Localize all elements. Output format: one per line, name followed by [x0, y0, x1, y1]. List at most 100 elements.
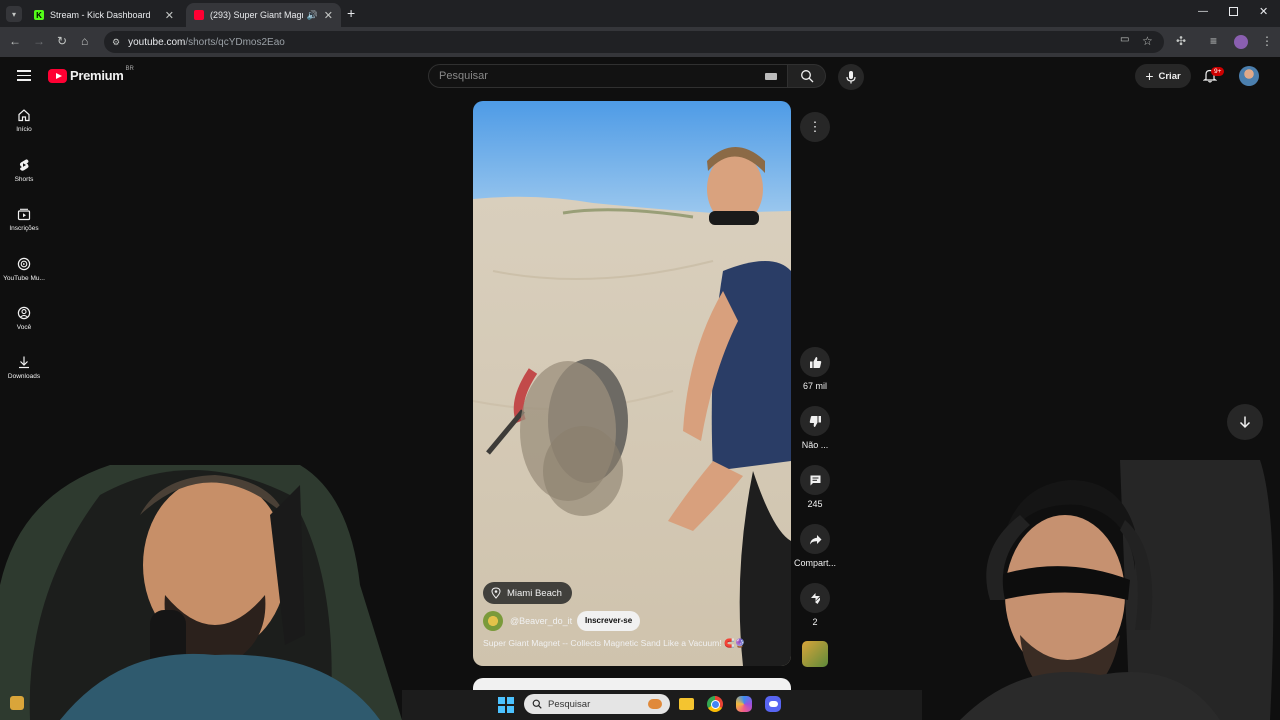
nav-item-you[interactable]: Você	[0, 306, 48, 331]
bookmark-star-icon[interactable]: ☆	[1142, 34, 1153, 48]
file-explorer-icon[interactable]	[679, 698, 694, 710]
hamburger-menu-icon[interactable]	[17, 70, 31, 81]
tray-icon[interactable]	[10, 696, 24, 710]
minimize-icon[interactable]: —	[1198, 6, 1208, 17]
youtube-premium-logo[interactable]: Premium BR	[48, 65, 134, 83]
back-icon[interactable]: ←	[9, 34, 21, 48]
you-icon	[17, 306, 31, 320]
tab-search-button[interactable]: ▾	[6, 6, 22, 22]
nav-item-downloads[interactable]: Downloads	[0, 355, 48, 380]
discord-icon[interactable]	[765, 696, 781, 712]
nav-label: Você	[16, 324, 32, 331]
more-options-button[interactable]: ⋮	[800, 112, 830, 142]
chevron-down-icon: ▾	[11, 9, 16, 19]
install-app-icon[interactable]: ▭	[1120, 34, 1129, 45]
nav-label: Downloads	[7, 373, 41, 380]
share-label: Compart...	[793, 558, 836, 568]
subscriptions-icon	[17, 208, 31, 221]
nav-item-home[interactable]: Início	[0, 108, 48, 133]
region-code: BR	[125, 65, 134, 72]
create-button[interactable]: + Criar	[1135, 64, 1191, 88]
search-placeholder: Pesquisar	[439, 70, 488, 82]
close-icon[interactable]: ✕	[324, 9, 333, 22]
media-controls-icon[interactable]: ≡	[1210, 34, 1217, 48]
search-icon	[532, 699, 542, 709]
logo-text: Premium	[70, 68, 124, 83]
thumbs-down-icon	[809, 415, 821, 427]
tab-kick-dashboard[interactable]: K Stream - Kick Dashboard ✕	[26, 3, 182, 27]
site-info-icon[interactable]: ⚙	[112, 37, 120, 48]
channel-avatar[interactable]	[483, 611, 503, 631]
notifications-button[interactable]: 9+	[1202, 67, 1225, 86]
nav-item-youtube-music[interactable]: YouTube Mu...	[0, 257, 48, 282]
like-button[interactable]: 67 mil	[793, 347, 837, 391]
url-path: /shorts/qcYDmos2Eao	[185, 36, 285, 48]
reload-icon[interactable]: ↻	[57, 34, 67, 48]
short-title[interactable]: Super Giant Magnet -- Collects Magnetic …	[483, 638, 783, 649]
kebab-menu-icon[interactable]: ⋮	[1261, 34, 1273, 48]
forward-icon[interactable]: →	[33, 34, 45, 48]
next-short-button[interactable]	[1227, 404, 1263, 440]
taskbar-search-placeholder: Pesquisar	[548, 698, 591, 710]
youtube-icon	[194, 10, 204, 20]
share-icon	[809, 534, 821, 544]
comment-count: 245	[807, 499, 823, 509]
keyboard-icon[interactable]	[765, 72, 777, 80]
plus-icon: +	[1145, 68, 1154, 84]
home-icon[interactable]: ⌂	[81, 34, 88, 48]
search-highlight-icon	[648, 699, 662, 709]
extensions-icon[interactable]: ✣	[1176, 34, 1186, 48]
thumbs-up-icon	[809, 356, 821, 368]
tab-title: (293) Super Giant Magnet -	[210, 10, 303, 20]
address-bar[interactable]: ⚙ youtube.com /shorts/qcYDmos2Eao	[104, 31, 1164, 53]
restore-icon[interactable]	[1229, 7, 1238, 16]
voice-search-button[interactable]	[838, 64, 864, 90]
notification-badge: 9+	[1211, 67, 1225, 76]
kick-icon: K	[34, 10, 44, 20]
channel-name[interactable]: @Beaver_do_it	[510, 616, 572, 626]
nav-label: Shorts	[14, 176, 34, 183]
account-avatar[interactable]	[1239, 66, 1259, 86]
nav-item-subscriptions[interactable]: Inscrições	[0, 207, 48, 232]
short-video-player[interactable]: Miami Beach @Beaver_do_it Inscrever-se S…	[473, 101, 791, 666]
nav-label: Inscrições	[9, 225, 39, 232]
kebab-menu-icon: ⋮	[808, 119, 822, 134]
taskbar-search-input[interactable]: Pesquisar	[524, 694, 670, 714]
create-label: Criar	[1158, 70, 1181, 82]
webcam-right-image	[960, 460, 1274, 720]
chrome-icon[interactable]	[707, 696, 723, 712]
location-chip[interactable]: Miami Beach	[483, 582, 572, 604]
tab-title: Stream - Kick Dashboard	[50, 10, 151, 20]
share-button[interactable]: Compart...	[793, 524, 837, 568]
profile-avatar[interactable]	[1234, 35, 1248, 49]
copilot-icon[interactable]	[736, 696, 752, 712]
webcam-left-image	[0, 465, 402, 720]
tab-youtube-short[interactable]: (293) Super Giant Magnet - 🔊 ✕	[186, 3, 341, 27]
comments-button[interactable]: 245	[793, 465, 837, 509]
search-button[interactable]	[788, 64, 826, 88]
speaker-icon[interactable]: 🔊	[307, 10, 318, 21]
windows-start-icon[interactable]	[498, 697, 514, 713]
microphone-icon	[846, 71, 856, 84]
close-window-icon[interactable]: ✕	[1259, 5, 1268, 18]
subscribe-button[interactable]: Inscrever-se	[577, 611, 641, 631]
dislike-label: Não ...	[801, 440, 829, 450]
search-input[interactable]: Pesquisar	[428, 64, 788, 88]
shorts-icon	[19, 159, 29, 171]
youtube-play-icon	[48, 68, 67, 83]
nav-label: Início	[16, 126, 32, 133]
nav-label: YouTube Mu...	[3, 275, 45, 282]
home-icon	[18, 109, 30, 122]
location-pin-icon	[491, 587, 501, 599]
webcam-left	[0, 455, 402, 720]
close-icon[interactable]: ✕	[165, 9, 174, 22]
sound-thumbnail[interactable]	[802, 641, 828, 667]
new-tab-button[interactable]: +	[347, 5, 355, 21]
url-domain: youtube.com	[128, 36, 186, 48]
nav-item-shorts[interactable]: Shorts	[0, 158, 48, 183]
location-label: Miami Beach	[507, 587, 562, 599]
dislike-button[interactable]: Não ...	[793, 406, 837, 450]
remix-icon	[810, 592, 820, 604]
remix-button[interactable]: 2	[793, 583, 837, 627]
music-icon	[17, 257, 31, 271]
